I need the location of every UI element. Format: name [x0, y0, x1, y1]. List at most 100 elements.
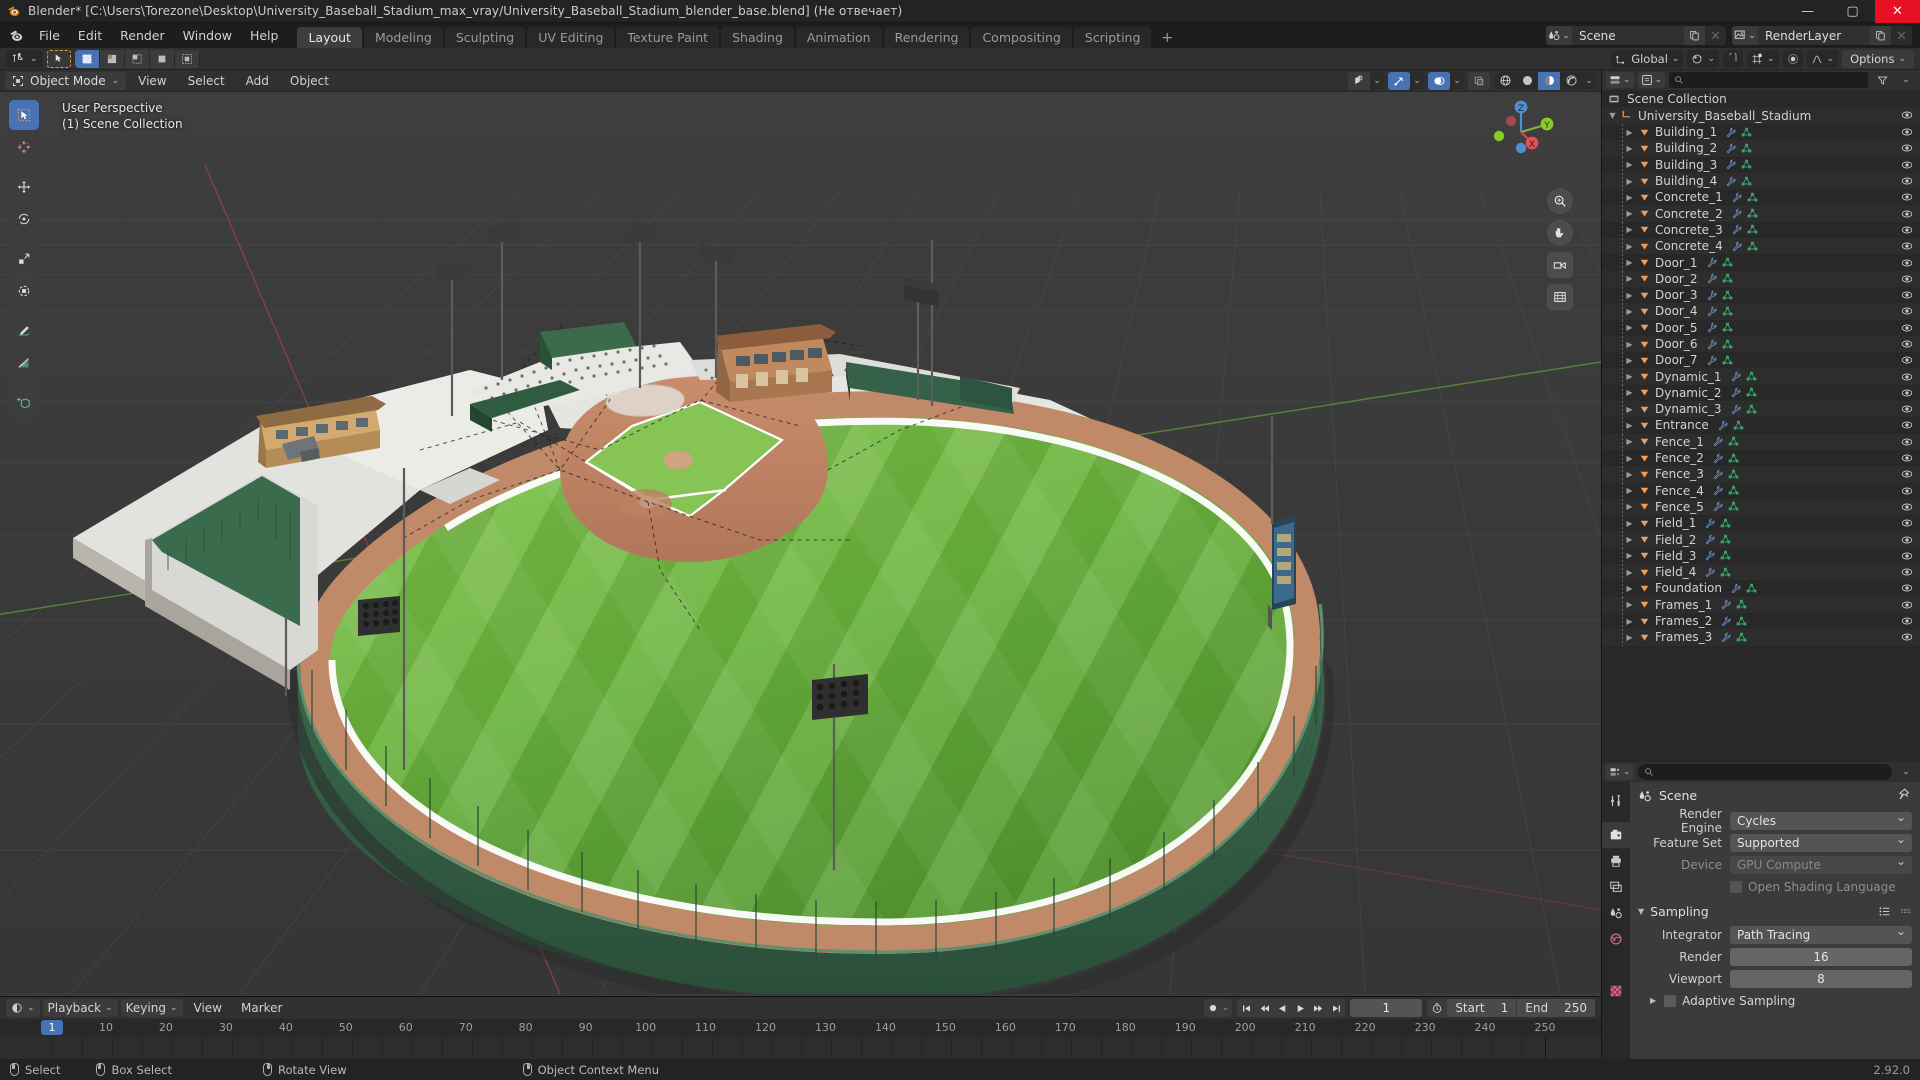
- tweak-tool-icon[interactable]: [6, 50, 30, 68]
- tweak-select-tool[interactable]: [9, 100, 39, 130]
- modifier-wrench-icon[interactable]: [1725, 159, 1736, 170]
- mesh-data-icon[interactable]: [1728, 501, 1739, 512]
- mesh-data-icon[interactable]: [1736, 599, 1747, 610]
- remove-viewlayer-button[interactable]: ✕: [1891, 26, 1912, 45]
- menu-file[interactable]: File: [30, 23, 69, 48]
- timeline-menu-view[interactable]: View: [186, 999, 230, 1017]
- frame-start-field[interactable]: Start 1: [1447, 999, 1517, 1017]
- tab-modeling[interactable]: Modeling: [363, 27, 443, 48]
- transform-tool[interactable]: [9, 276, 39, 306]
- object-visibility-icon[interactable]: [1348, 72, 1370, 90]
- mesh-data-icon[interactable]: [1720, 567, 1731, 578]
- visibility-eye-icon[interactable]: [1901, 450, 1913, 466]
- outliner-row-object[interactable]: ▶ Foundation: [1602, 580, 1920, 597]
- unlink-scene-button[interactable]: ✕: [1705, 26, 1726, 45]
- visibility-eye-icon[interactable]: [1901, 385, 1913, 401]
- visibility-eye-icon[interactable]: [1901, 499, 1913, 515]
- tab-object[interactable]: [1602, 960, 1630, 978]
- outliner-row-object[interactable]: ▶ Building_1: [1602, 124, 1920, 141]
- outliner-row-object[interactable]: ▶ Door_4: [1602, 303, 1920, 320]
- timeline-menu-marker[interactable]: Marker: [233, 999, 290, 1017]
- gizmo-selector[interactable]: ⌄: [1388, 71, 1424, 90]
- viewport-menu-add[interactable]: Add: [237, 72, 278, 90]
- visibility-eye-icon[interactable]: [1901, 597, 1913, 613]
- object-expand-triangle-icon[interactable]: ▶: [1623, 405, 1636, 414]
- active-tool-indicator[interactable]: ⌄: [6, 49, 43, 68]
- object-expand-triangle-icon[interactable]: ▶: [1623, 551, 1636, 560]
- visibility-eye-icon[interactable]: [1901, 303, 1913, 319]
- outliner-row-object[interactable]: ▶ Fence_3: [1602, 466, 1920, 483]
- outliner-row-object[interactable]: ▶ Dynamic_2: [1602, 384, 1920, 402]
- tab-compositing[interactable]: Compositing: [971, 27, 1072, 48]
- modifier-wrench-icon[interactable]: [1712, 501, 1723, 512]
- outliner-row-object[interactable]: ▶ Building_4: [1602, 172, 1920, 190]
- jump-to-start-button[interactable]: [1237, 999, 1255, 1017]
- object-expand-triangle-icon[interactable]: ▶: [1623, 454, 1636, 463]
- playback-menu[interactable]: Playback ⌄: [42, 999, 118, 1017]
- visibility-eye-icon[interactable]: [1901, 287, 1913, 303]
- object-expand-triangle-icon[interactable]: ▶: [1623, 242, 1636, 251]
- add-workspace-button[interactable]: +: [1153, 27, 1181, 48]
- object-expand-triangle-icon[interactable]: ▶: [1623, 258, 1636, 267]
- device-dropdown[interactable]: GPU Compute: [1730, 854, 1912, 874]
- outliner-row-object[interactable]: ▶ Door_5: [1602, 319, 1920, 336]
- viewport-menu-view[interactable]: View: [129, 72, 175, 90]
- modifier-wrench-icon[interactable]: [1706, 306, 1717, 317]
- object-expand-triangle-icon[interactable]: ▶: [1623, 356, 1636, 365]
- outliner-filter-chevron-down-icon[interactable]: ⌄: [1896, 72, 1916, 88]
- modifier-wrench-icon[interactable]: [1725, 127, 1736, 138]
- modifier-wrench-icon[interactable]: [1725, 176, 1736, 187]
- minimize-button[interactable]: —: [1785, 0, 1830, 23]
- viewport-samples-field[interactable]: 8: [1730, 969, 1912, 988]
- zoom-view-button[interactable]: [1547, 188, 1573, 214]
- outliner-row-object[interactable]: ▶ Frames_1: [1602, 596, 1920, 613]
- object-expand-triangle-icon[interactable]: ▶: [1623, 600, 1636, 609]
- overlays-toggle-icon[interactable]: [1428, 71, 1450, 90]
- outliner-row-object[interactable]: ▶ Building_2: [1602, 140, 1920, 157]
- tab-view-layer[interactable]: [1602, 874, 1630, 900]
- mesh-data-icon[interactable]: [1746, 583, 1757, 594]
- shading-chevron-down-icon[interactable]: ⌄: [1582, 71, 1596, 90]
- outliner-row-object[interactable]: ▶ Concrete_1: [1602, 189, 1920, 206]
- mesh-data-icon[interactable]: [1728, 469, 1739, 480]
- select-set-icon[interactable]: [74, 49, 99, 68]
- mesh-data-icon[interactable]: [1746, 404, 1757, 415]
- render-samples-field[interactable]: 16: [1730, 947, 1912, 966]
- outliner-row-object[interactable]: ▶ Entrance: [1602, 417, 1920, 434]
- visibility-eye-icon[interactable]: [1901, 434, 1913, 450]
- mesh-data-icon[interactable]: [1747, 224, 1758, 235]
- tab-render[interactable]: [1602, 822, 1630, 848]
- visibility-eye-icon[interactable]: [1901, 173, 1913, 189]
- proportional-edit-toggle[interactable]: [1782, 49, 1803, 68]
- modifier-wrench-icon[interactable]: [1731, 224, 1742, 235]
- visibility-eye-icon[interactable]: [1901, 189, 1913, 205]
- object-expand-triangle-icon[interactable]: ▶: [1623, 437, 1636, 446]
- modifier-wrench-icon[interactable]: [1704, 518, 1715, 529]
- select-intersect-icon[interactable]: [174, 49, 199, 68]
- properties-editor-type-button[interactable]: ⌄: [1606, 764, 1634, 780]
- modifier-wrench-icon[interactable]: [1712, 485, 1723, 496]
- rotate-tool[interactable]: [9, 204, 39, 234]
- modifier-wrench-icon[interactable]: [1730, 371, 1741, 382]
- outliner-row-object[interactable]: ▶ Concrete_4: [1602, 238, 1920, 255]
- tab-animation[interactable]: Animation: [795, 27, 882, 48]
- use-preview-range-icon[interactable]: [1427, 999, 1448, 1017]
- mesh-data-icon[interactable]: [1741, 143, 1752, 154]
- modifier-wrench-icon[interactable]: [1706, 257, 1717, 268]
- outliner-row-object[interactable]: ▶ Field_3: [1602, 547, 1920, 565]
- mesh-data-icon[interactable]: [1736, 616, 1747, 627]
- tab-tool[interactable]: [1602, 788, 1630, 814]
- snap-toggle[interactable]: [1722, 49, 1743, 68]
- visibility-eye-icon[interactable]: [1901, 254, 1913, 270]
- tab-uv-editing[interactable]: UV Editing: [527, 27, 615, 48]
- properties-editor[interactable]: ⌄ ⌄ Scene Render Engine Cycles ⌄ Feature…: [1601, 762, 1920, 1080]
- collection-expand-triangle-icon[interactable]: ▼: [1606, 111, 1619, 120]
- adaptive-sampling-triangle-icon[interactable]: ▶: [1650, 996, 1656, 1005]
- mesh-data-icon[interactable]: [1741, 176, 1752, 187]
- select-subtract-icon[interactable]: [124, 49, 149, 68]
- toggle-perspective-button[interactable]: [1547, 284, 1573, 310]
- object-expand-triangle-icon[interactable]: ▶: [1623, 486, 1636, 495]
- outliner-row-object[interactable]: ▶ Field_4: [1602, 564, 1920, 581]
- object-expand-triangle-icon[interactable]: ▶: [1623, 535, 1636, 544]
- object-expand-triangle-icon[interactable]: ▶: [1623, 470, 1636, 479]
